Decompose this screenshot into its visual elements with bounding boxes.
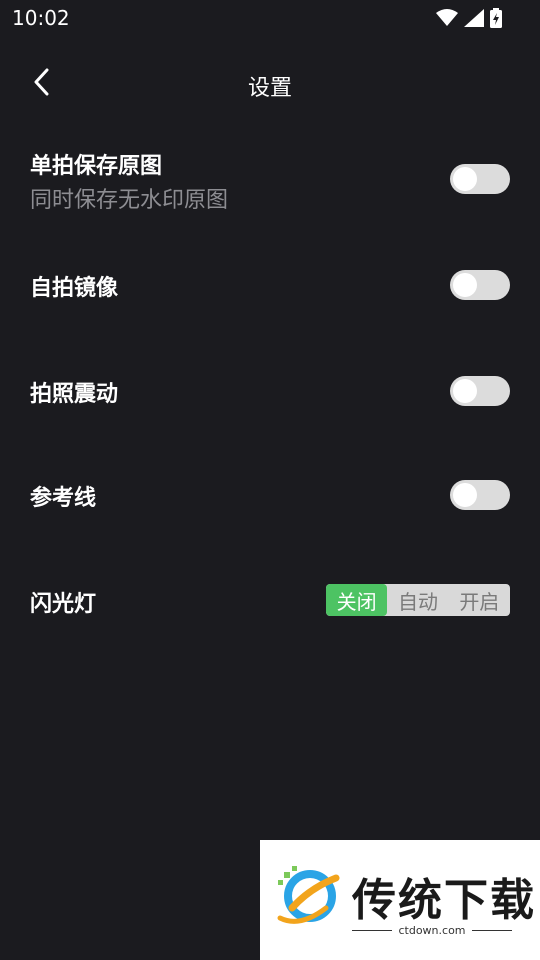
page-title: 设置: [247, 76, 292, 101]
save-original-toggle[interactable]: [450, 164, 510, 194]
header: 设置: [0, 56, 540, 112]
battery-charging-icon: [490, 8, 502, 28]
wifi-icon: [436, 9, 458, 27]
setting-grid-lines: 参考线: [0, 440, 540, 544]
flash-option-off[interactable]: 关闭: [326, 584, 388, 616]
shutter-vibration-toggle[interactable]: [450, 376, 510, 406]
toggle-knob: [453, 483, 477, 507]
setting-title: 闪光灯: [30, 592, 97, 617]
setting-flash: 闪光灯 关闭 自动 开启: [0, 544, 540, 648]
setting-shutter-vibration: 拍照震动: [0, 336, 540, 440]
setting-title: 拍照震动: [30, 382, 119, 407]
selfie-mirror-toggle[interactable]: [450, 270, 510, 300]
setting-title: 单拍保存原图: [30, 154, 163, 179]
toggle-knob: [453, 167, 477, 191]
setting-save-original: 单拍保存原图 同时保存无水印原图: [0, 128, 540, 232]
grid-lines-toggle[interactable]: [450, 480, 510, 510]
setting-title: 参考线: [30, 486, 97, 511]
setting-title: 自拍镜像: [30, 276, 119, 301]
watermark-banner: 传统下载 ctdown.com: [260, 840, 540, 960]
status-icons: [436, 8, 502, 28]
brand-name: 传统下载: [352, 875, 536, 926]
status-bar: 10:02: [0, 0, 540, 36]
toggle-knob: [453, 273, 477, 297]
signal-icon: [464, 9, 484, 27]
setting-selfie-mirror: 自拍镜像: [0, 232, 540, 336]
flash-option-on[interactable]: 开启: [449, 584, 510, 616]
flash-option-auto[interactable]: 自动: [387, 584, 448, 616]
setting-subtitle: 同时保存无水印原图: [30, 188, 229, 213]
brand-logo-icon: [270, 858, 346, 934]
divider: [472, 930, 512, 931]
toggle-knob: [453, 379, 477, 403]
status-time: 10:02: [12, 6, 70, 30]
flash-mode-selector: 关闭 自动 开启: [326, 584, 510, 616]
